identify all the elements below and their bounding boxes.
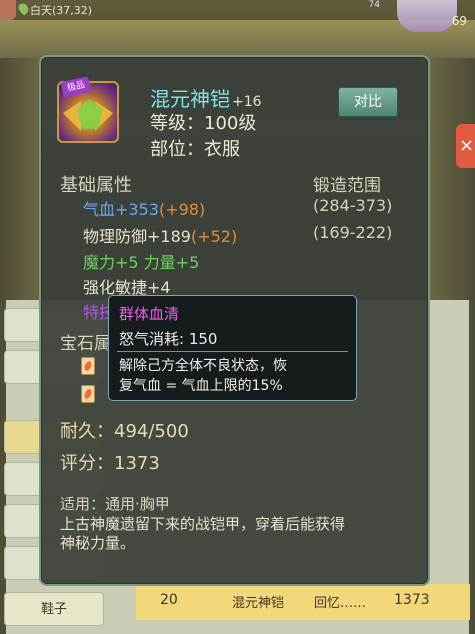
durability: 耐久：494/500 [60, 421, 189, 442]
attr-hp-label: 气血 [83, 200, 116, 219]
rank-number: 20 [160, 592, 178, 608]
gem-icon [81, 357, 95, 375]
skill-tooltip: 群体血清 怒气消耗: 150 解除己方全体不良状态，恢 复气血 = 气血上限的1… [108, 295, 357, 401]
pet-level: 74 [368, 0, 380, 10]
player-level: 69 [451, 14, 467, 28]
top-status-bar: 白天(37,32) 74 69 [0, 0, 475, 58]
attr-def-value: +189 [147, 227, 191, 246]
description-line-2: 神秘力量。 [60, 534, 136, 552]
skill-description-line-2: 复气血 = 气血上限的15% [119, 378, 283, 394]
description-line-1: 上古神魔遗留下来的战铠甲，穿着后能获得 [60, 515, 346, 533]
attr-hp: 气血+353(+98) [83, 196, 205, 220]
attr-magic-strength: 魔力+5 力量+5 [83, 253, 200, 272]
attr-hp-bonus: (+98) [158, 200, 206, 219]
attr-def-range: (169-222) [313, 223, 393, 242]
item-name-text: 混元神铠 [150, 87, 230, 111]
close-icon[interactable]: × [456, 124, 475, 168]
skill-name: 群体血清 [119, 305, 180, 323]
skill-description-line-1: 解除己方全体不良状态，恢 [119, 358, 287, 374]
enhance-level: +16 [232, 94, 262, 110]
pet-portrait[interactable] [397, 0, 457, 32]
item-name-cell: 混元神铠 [232, 596, 285, 611]
item-slot: 部位：衣服 [150, 139, 240, 160]
attr-def-bonus: (+52) [190, 227, 238, 246]
ranking-row[interactable]: 20 混元神铠 回忆…… 1373 [136, 584, 470, 620]
attr-hp-range: (284-373) [313, 196, 393, 215]
gem-attributes-header: 宝石属 [60, 334, 111, 354]
usage-line: 适用：通用·胸甲 [60, 495, 170, 513]
item-level: 等级：100级 [150, 113, 257, 134]
attr-def-label: 物理防御 [83, 227, 148, 246]
compare-button[interactable]: 对比 [338, 87, 398, 117]
skill-cost: 怒气消耗: 150 [119, 330, 218, 348]
basic-attributes-header: 基础属性 [60, 175, 132, 196]
skill-divider [117, 351, 348, 352]
location-label: 白天(37,32) [30, 4, 93, 17]
item-name: 混元神铠 +16 [150, 83, 262, 112]
score: 评分：1373 [60, 453, 160, 474]
category-tab-shoes[interactable]: 鞋子 [4, 592, 104, 626]
attr-hp-value: +353 [115, 200, 159, 219]
forge-range-header: 锻造范围 [313, 176, 381, 196]
gem-icon [81, 385, 95, 403]
owner-cell: 回忆…… [314, 596, 367, 611]
attr-def: 物理防御+189(+52) [83, 223, 237, 247]
player-avatar[interactable] [0, 0, 16, 20]
score-cell: 1373 [394, 592, 430, 608]
